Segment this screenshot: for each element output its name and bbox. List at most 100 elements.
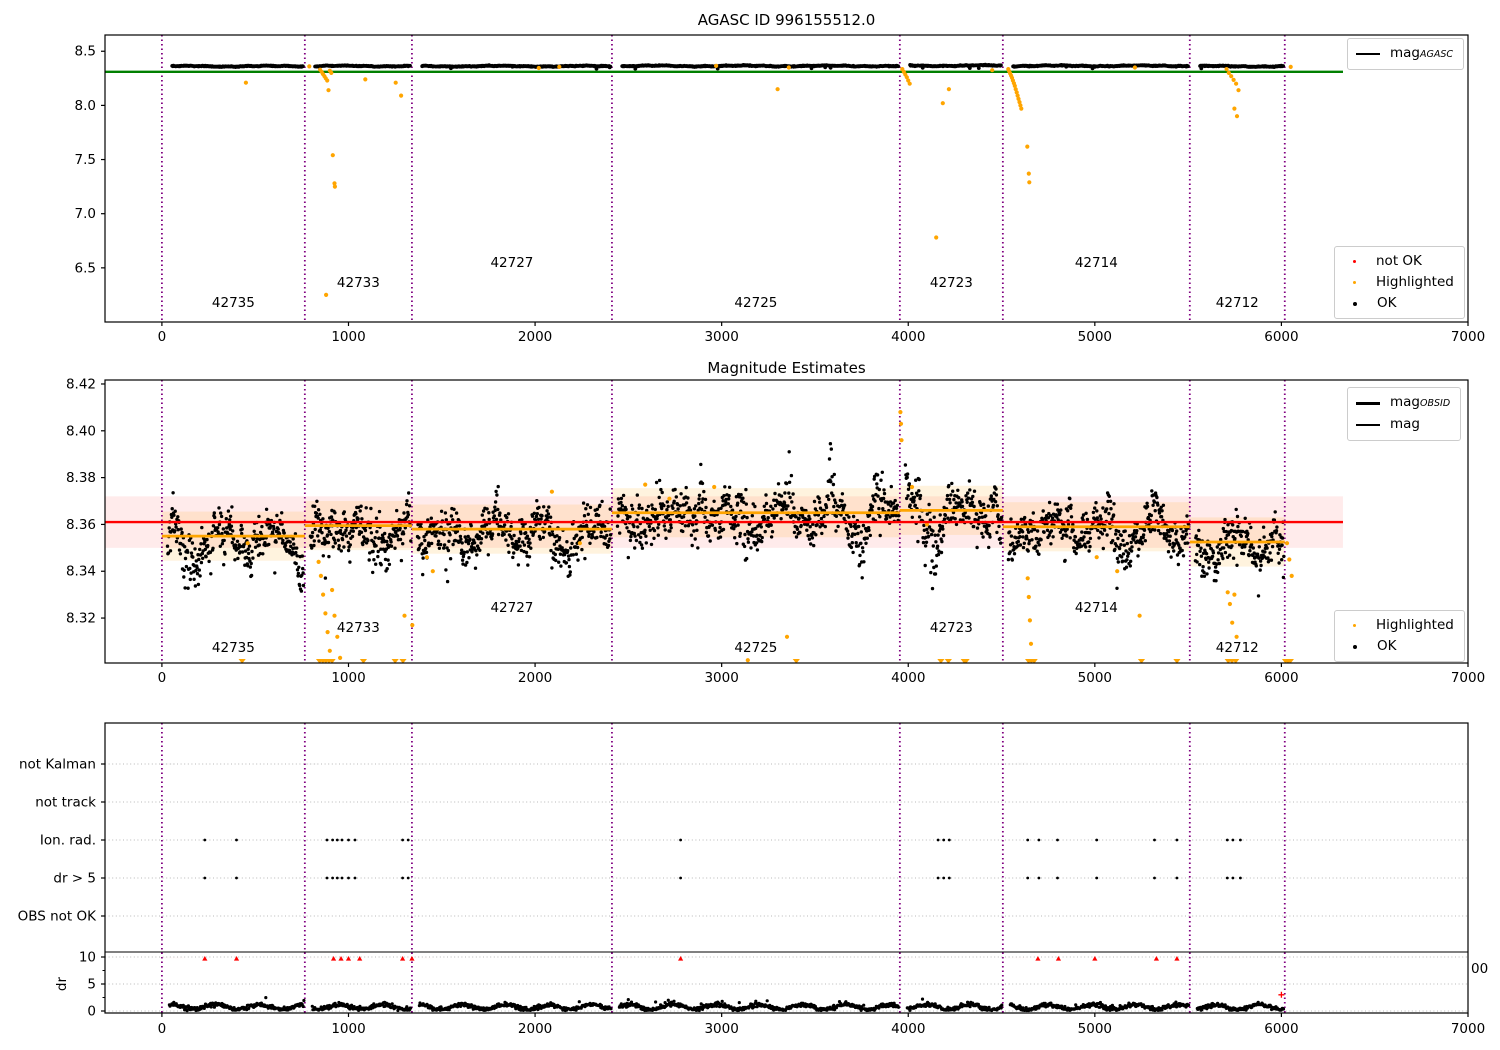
category-label: OBS not OK (18, 909, 98, 925)
x-tick-label: 3000 (704, 1021, 738, 1037)
y-tick-label: 7.5 (75, 152, 96, 168)
top-plot-line-legend: magAGASC (1347, 38, 1465, 70)
legend-row-ok-mid: OK (1343, 636, 1454, 657)
y-tick-label: 8.36 (66, 517, 96, 533)
x-tick-label: 4000 (891, 1021, 925, 1037)
dr-red-single-marker (1035, 956, 1041, 961)
y-tick-label: 8.32 (66, 611, 96, 627)
top-ok-points (170, 62, 1286, 71)
category-label: not track (35, 795, 96, 811)
obsid-label: 42712 (1216, 640, 1259, 656)
middle-plot-marker-legend: Highlighted OK (1334, 610, 1465, 662)
highlighted-label: Highlighted (1376, 617, 1454, 633)
legend-row-not-ok: not OK (1343, 251, 1454, 272)
y-tick-label: 8.40 (66, 423, 96, 439)
obsid-label: 42714 (1075, 255, 1118, 271)
not-ok-label: not OK (1376, 253, 1422, 269)
category-label: Ion. rad. (40, 833, 96, 849)
legend-row-mag-obsid: magOBSID (1356, 392, 1450, 414)
obsid-label: 42725 (734, 640, 777, 656)
y-tick-label: 8.34 (66, 564, 96, 580)
ok-label: OK (1377, 295, 1397, 311)
dr-red-single-marker (1055, 956, 1062, 961)
category-label: dr > 5 (53, 871, 96, 887)
chart-canvas: 6.57.07.58.08.50 1000 2000 3000 4000 5000 6000… (18, 34, 1485, 1037)
dr-ok-points (167, 996, 1286, 1013)
obsid-label: 42723 (930, 275, 973, 291)
highlighted-label: Highlighted (1376, 274, 1454, 290)
top-plot-title: AGASC ID 996155512.0 (697, 11, 876, 29)
x-tick-label: 7000 (1451, 670, 1485, 686)
dr-tick-label: 10 (79, 950, 96, 966)
ok-marker-icon (1353, 301, 1357, 306)
figure: 6.5 7.0 7.5 8.0 8.5 0 1000 2000 3000 4000 5000 6000… (0, 0, 1500, 1050)
x-tick-label: 2000 (518, 1021, 552, 1037)
legend-row-mag: mag (1356, 414, 1450, 436)
bottom-plot-frame (104, 722, 1469, 1014)
x-tick-label: 4000 (891, 670, 925, 686)
obsid-label: 42712 (1216, 295, 1259, 311)
mag-line-swatch (1356, 424, 1380, 426)
x-tick-label: 1000 (331, 1021, 365, 1037)
obsid-label: 42735 (212, 640, 255, 656)
middle-plot-title: Magnitude Estimates (707, 359, 866, 377)
dr-red-single-marker (678, 956, 684, 961)
obsid-label: 42714 (1075, 600, 1118, 616)
y-tick-label: 8.42 (66, 376, 96, 392)
dr-tick-label: 0 (87, 1004, 96, 1020)
x-tick-label: 6000 (1264, 329, 1298, 345)
x-tick-label: 2000 (518, 670, 552, 686)
mag-agasc-label: magAGASC (1390, 45, 1454, 61)
obsid-label: 42735 (212, 295, 255, 311)
x-tick-label: 0 (158, 329, 167, 345)
dr-red-outlier-marker (1278, 991, 1285, 998)
y-tick-label: 8.0 (75, 98, 96, 114)
x-tick-label: 0 (158, 670, 167, 686)
legend-row-mag-agasc: magAGASC (1356, 43, 1453, 65)
dr-axis-label: dr (54, 976, 70, 991)
x-tick-label: 4000 (891, 329, 925, 345)
obsid-label: 42723 (930, 620, 973, 636)
x-tick-label: 5000 (1078, 670, 1112, 686)
top-plot-marker-legend: not OK Highlighted OK (1334, 246, 1465, 319)
not-kalman-points (162, 761, 1204, 767)
dr-red-single-marker (409, 956, 415, 961)
x-tick-label: 7000 (1451, 1021, 1485, 1037)
highlighted-marker-icon (1353, 281, 1356, 284)
y-tick-label: 8.38 (66, 470, 96, 486)
legend-row-ok: OK (1343, 293, 1454, 314)
mag-obsid-label: magOBSID (1390, 394, 1451, 410)
dr-clipped-red-points (161, 954, 1242, 962)
dr-tick-label: 5 (87, 977, 96, 993)
x-tick-label: 0 (158, 1021, 167, 1037)
y-tick-label: 6.5 (75, 260, 96, 276)
category-label: not Kalman (19, 757, 96, 773)
x-tick-label: 1000 (331, 329, 365, 345)
not-ok-marker-icon (1353, 260, 1356, 263)
top-highlighted-points (243, 63, 1293, 297)
highlighted-marker-icon (1353, 624, 1356, 627)
clipped-tick-label: 00 (1471, 961, 1489, 977)
x-tick-label: 7000 (1451, 329, 1485, 345)
x-tick-label: 5000 (1078, 1021, 1112, 1037)
dr-red-single-marker (1092, 956, 1098, 961)
x-tick-label: 5000 (1078, 329, 1112, 345)
x-tick-label: 6000 (1264, 1021, 1298, 1037)
dr-red-single-marker (330, 956, 337, 961)
top-plot-frame (104, 34, 1469, 323)
mag-obsid-line-swatch (1356, 401, 1380, 405)
legend-row-highlighted: Highlighted (1343, 272, 1454, 293)
y-tick-label: 7.0 (75, 206, 96, 222)
obsid-label: 42733 (337, 275, 380, 291)
x-tick-label: 6000 (1264, 670, 1298, 686)
x-tick-label: 3000 (704, 329, 738, 345)
legend-row-highlighted-mid: Highlighted (1343, 615, 1454, 636)
obsid-label: 42725 (734, 295, 777, 311)
obsid-label: 42733 (337, 620, 380, 636)
obsid-label: 42727 (490, 255, 533, 271)
mag-label: mag (1390, 416, 1420, 432)
obsid-label: 42727 (490, 600, 533, 616)
x-tick-label: 1000 (331, 670, 365, 686)
dr-red-single-marker (1153, 956, 1160, 961)
x-tick-label: 3000 (704, 670, 738, 686)
